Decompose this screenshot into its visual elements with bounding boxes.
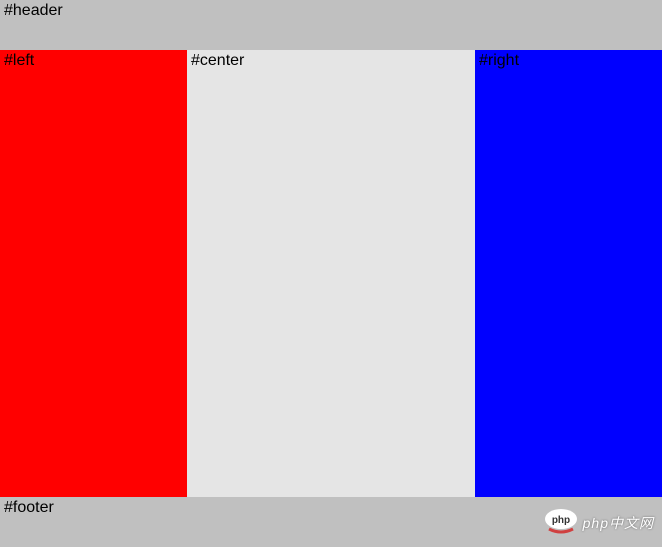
footer-label: #footer (4, 499, 54, 516)
center-label: #center (191, 52, 244, 69)
php-logo-icon: php (543, 505, 579, 541)
header-region: #header (0, 0, 662, 50)
right-label: #right (479, 52, 519, 69)
main-region: #left #center #right (0, 50, 662, 497)
watermark-text: php中文网 (583, 513, 654, 533)
center-column: #center (187, 50, 475, 497)
right-column: #right (475, 50, 662, 497)
svg-text:php: php (551, 515, 569, 526)
left-column: #left (0, 50, 187, 497)
left-label: #left (4, 52, 34, 69)
header-label: #header (4, 2, 63, 19)
watermark: php php中文网 (543, 505, 654, 541)
